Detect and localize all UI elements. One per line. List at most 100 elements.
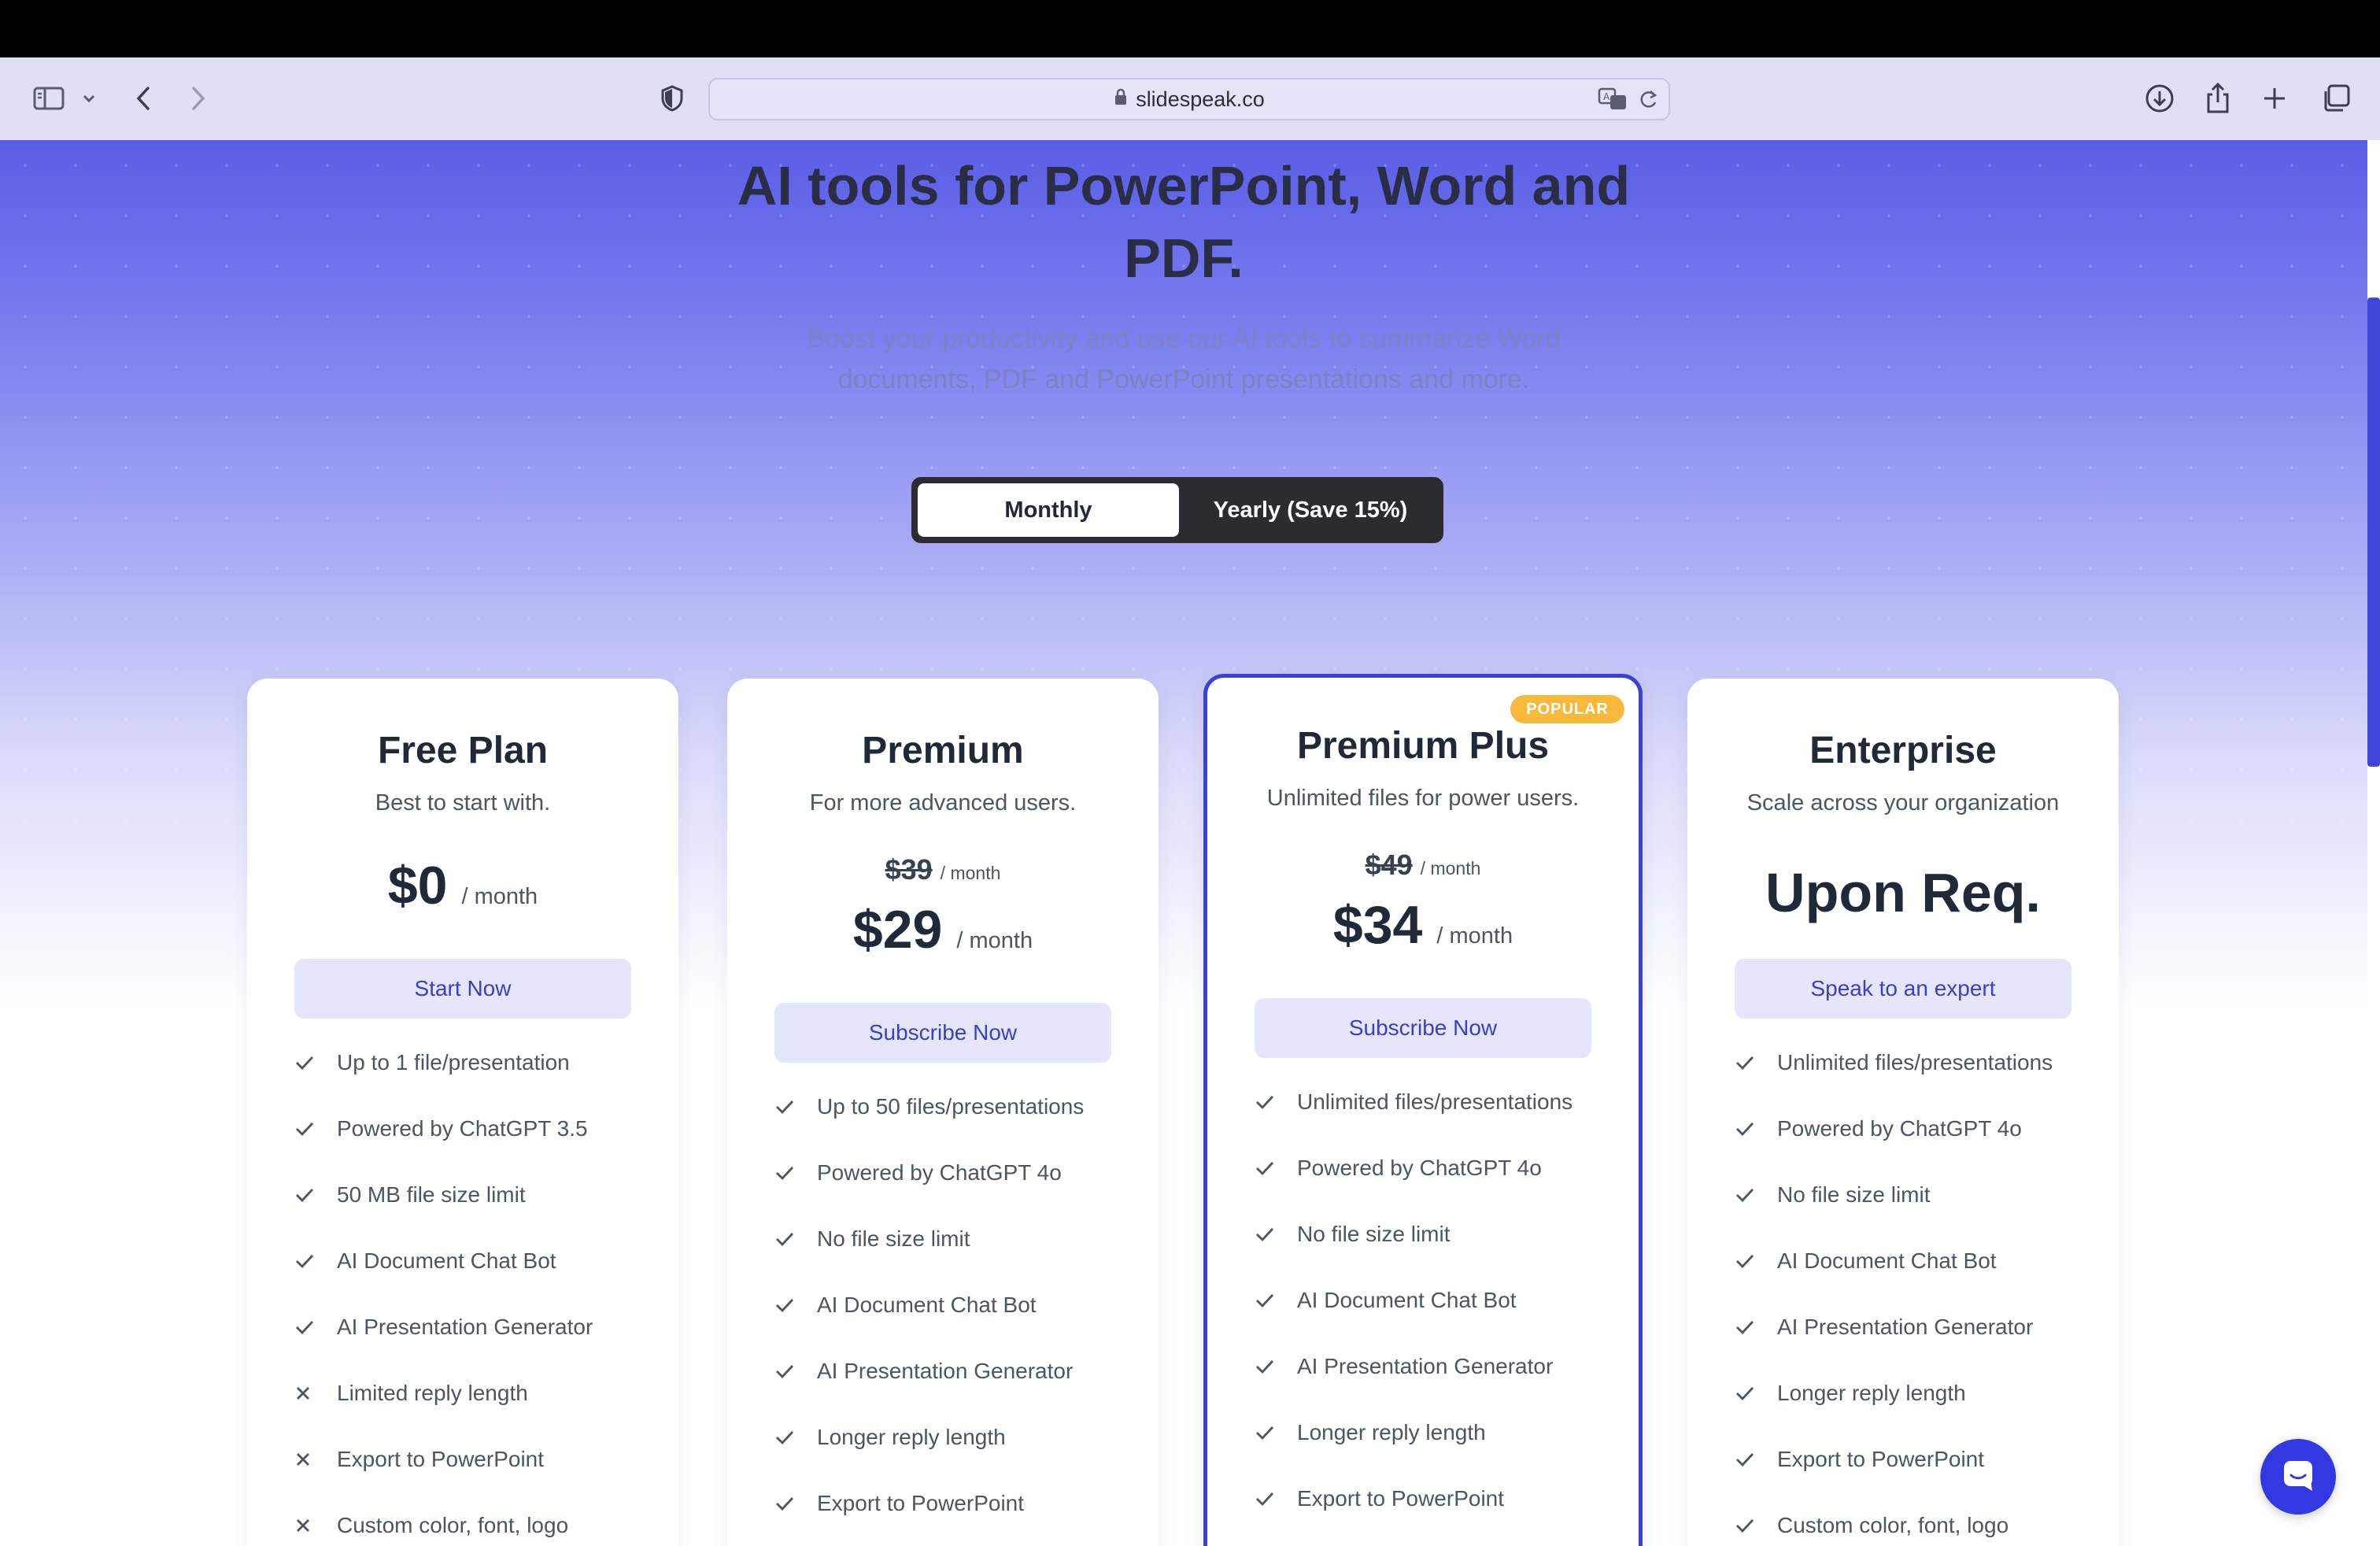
feature-text: AI Presentation Generator — [337, 1315, 593, 1339]
reload-icon[interactable] — [1637, 87, 1659, 115]
forward-icon[interactable] — [176, 76, 220, 120]
start-now-button[interactable]: Start Now — [294, 959, 631, 1019]
feature-item: Powered by ChatGPT 4o — [1735, 1096, 2095, 1162]
feature-item: Powered by ChatGPT 4o — [1255, 1135, 1615, 1201]
feature-text: Longer reply length — [1297, 1420, 1486, 1444]
original-price-amount: $39 — [885, 853, 933, 886]
feature-item: Up to 50 files/presentations — [774, 1074, 1135, 1140]
feature-text: Export to PowerPoint — [1777, 1447, 1985, 1471]
feature-list: Unlimited files/presentations Powered by … — [1255, 1069, 1615, 1532]
feature-text: 50 MB file size limit — [337, 1182, 526, 1207]
plan-price: $29 / month — [727, 899, 1159, 960]
svg-text:A: A — [1603, 91, 1610, 102]
feature-text: AI Presentation Generator — [1297, 1354, 1554, 1378]
feature-item: 50 MB file size limit — [294, 1162, 655, 1228]
hero-subtitle-line-1: Boost your productivity and use our AI t… — [807, 324, 1561, 353]
address-bar[interactable]: slidespeak.co A — [708, 78, 1670, 120]
feature-item: AI Presentation Generator — [774, 1338, 1135, 1404]
check-icon — [1255, 1160, 1297, 1177]
check-icon — [1255, 1093, 1297, 1111]
tabs-overview-icon[interactable] — [2314, 76, 2358, 120]
share-icon[interactable] — [2196, 76, 2240, 120]
plan-price-on-request: Upon Req. — [1765, 862, 2041, 923]
feature-list: Up to 50 files/presentations Powered by C… — [774, 1074, 1135, 1537]
check-icon — [1735, 1319, 1777, 1336]
check-icon — [774, 1429, 817, 1446]
subscribe-now-button[interactable]: Subscribe Now — [774, 1003, 1111, 1063]
hero-title: AI tools for PowerPoint, Word and PDF. — [0, 150, 2367, 294]
cross-icon — [294, 1385, 337, 1402]
check-icon — [1735, 1385, 1777, 1402]
billing-yearly-option[interactable]: Yearly (Save 15%) — [1184, 483, 1437, 537]
popular-badge: POPULAR — [1510, 695, 1624, 723]
check-icon — [294, 1319, 337, 1336]
plan-card-free: Free Plan Best to start with. $0 / month… — [247, 679, 678, 1546]
page-content: AI tools for PowerPoint, Word and PDF. B… — [0, 140, 2367, 1546]
hero-title-line-1: AI tools for PowerPoint, Word and — [737, 155, 1631, 216]
browser-toolbar: slidespeak.co A — [0, 57, 2380, 141]
check-icon — [294, 1252, 337, 1270]
check-icon — [1735, 1120, 1777, 1137]
cross-icon — [294, 1451, 337, 1468]
chevron-down-icon[interactable] — [69, 76, 109, 120]
feature-text: Longer reply length — [817, 1425, 1006, 1449]
check-icon — [1735, 1252, 1777, 1270]
feature-text: Export to PowerPoint — [337, 1447, 545, 1471]
download-icon[interactable] — [2138, 76, 2182, 120]
plan-description: Scale across your organization — [1746, 790, 2060, 816]
feature-item: Export to PowerPoint — [774, 1470, 1135, 1537]
feature-text: AI Presentation Generator — [1777, 1315, 2034, 1339]
feature-item: AI Document Chat Bot — [1255, 1267, 1615, 1333]
feature-text: AI Presentation Generator — [817, 1359, 1074, 1383]
check-icon — [1255, 1358, 1297, 1375]
translate-icon[interactable]: A — [1598, 86, 1629, 117]
check-icon — [1255, 1226, 1297, 1243]
feature-item: Custom color, font, logo — [294, 1492, 655, 1546]
feature-text: AI Document Chat Bot — [337, 1248, 556, 1273]
page-scrollbar-thumb[interactable] — [2367, 298, 2380, 767]
feature-item: AI Presentation Generator — [294, 1294, 655, 1360]
feature-text: Custom color, font, logo — [1777, 1513, 2009, 1537]
original-price: $39 / month — [727, 853, 1159, 886]
shield-icon[interactable] — [650, 76, 694, 120]
feature-text: Powered by ChatGPT 4o — [1777, 1116, 2022, 1141]
plan-card-enterprise: Enterprise Scale across your organizatio… — [1687, 679, 2119, 1546]
new-tab-icon[interactable] — [2252, 76, 2297, 120]
plan-price: $34 / month — [1207, 894, 1639, 956]
check-icon — [774, 1495, 817, 1512]
cross-icon — [294, 1517, 337, 1534]
chat-icon — [2281, 1458, 2315, 1496]
check-icon — [1735, 1451, 1777, 1468]
check-icon — [1255, 1424, 1297, 1441]
check-icon — [774, 1164, 817, 1182]
plan-card-premium-plus: POPULAR Premium Plus Unlimited files for… — [1203, 674, 1643, 1546]
feature-text: Limited reply length — [337, 1381, 528, 1405]
back-icon[interactable] — [121, 76, 165, 120]
price-period: / month — [1436, 923, 1513, 949]
feature-text: Powered by ChatGPT 4o — [1297, 1156, 1542, 1180]
feature-text: Unlimited files/presentations — [1777, 1050, 2053, 1074]
feature-item: Limited reply length — [294, 1360, 655, 1426]
feature-item: No file size limit — [1735, 1162, 2095, 1228]
check-icon — [774, 1230, 817, 1248]
sidebar-icon[interactable] — [27, 76, 71, 120]
feature-item: No file size limit — [1255, 1201, 1615, 1267]
feature-item: AI Document Chat Bot — [294, 1228, 655, 1294]
check-icon — [1735, 1054, 1777, 1071]
plan-description: Unlimited files for power users. — [1266, 786, 1580, 811]
chat-support-button[interactable] — [2260, 1439, 2336, 1515]
billing-monthly-option[interactable]: Monthly — [918, 483, 1179, 537]
check-icon — [774, 1363, 817, 1380]
feature-item: AI Document Chat Bot — [1735, 1228, 2095, 1294]
feature-item: AI Presentation Generator — [1255, 1333, 1615, 1400]
plan-name: Free Plan — [377, 730, 549, 771]
feature-list: Up to 1 file/presentation Powered by Chat… — [294, 1030, 655, 1546]
lock-icon — [1114, 87, 1128, 112]
original-price-period: / month — [940, 863, 1001, 883]
feature-item: Unlimited files/presentations — [1735, 1030, 2095, 1096]
feature-item: Unlimited files/presentations — [1255, 1069, 1615, 1135]
url-text: slidespeak.co — [1136, 87, 1265, 111]
check-icon — [1735, 1517, 1777, 1534]
speak-to-expert-button[interactable]: Speak to an expert — [1735, 959, 2071, 1019]
subscribe-now-button[interactable]: Subscribe Now — [1255, 998, 1591, 1058]
